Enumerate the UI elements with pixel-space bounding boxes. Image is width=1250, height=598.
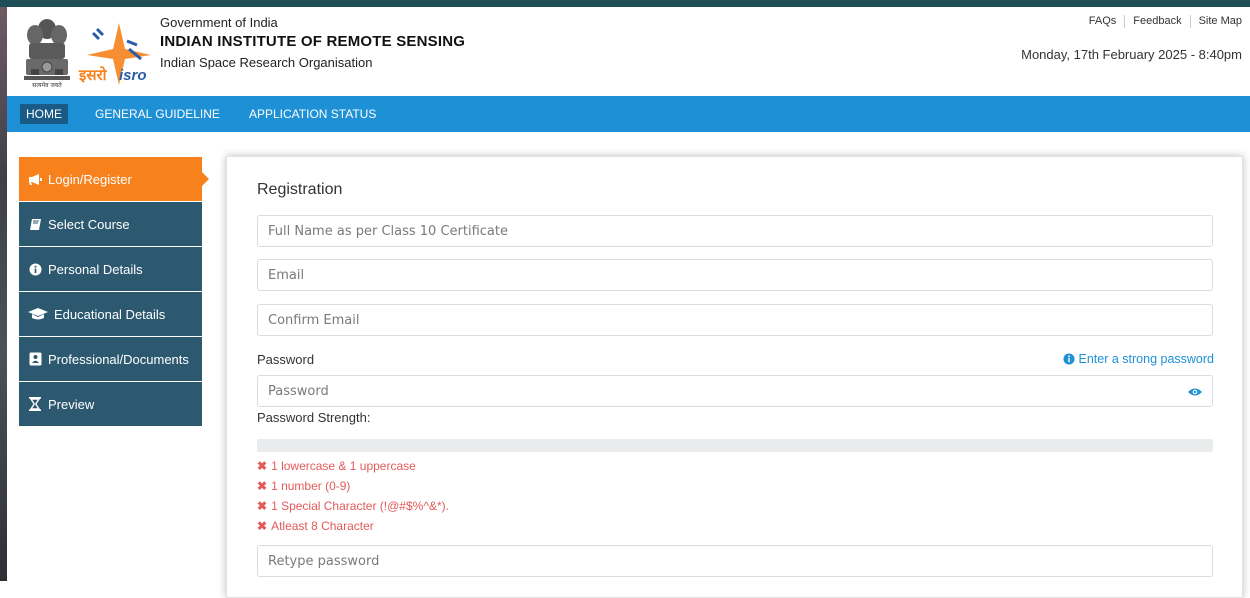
password-rule: ✖ Atleast 8 Character [257,516,449,536]
retype-password-input[interactable] [257,545,1213,577]
sidebar-item-label: Login/Register [48,171,132,187]
isro-hindi-text: इसरो [79,66,107,84]
sitemap-link[interactable]: Site Map [1191,15,1242,28]
cross-icon: ✖ [257,479,268,493]
password-rule: ✖ 1 lowercase & 1 uppercase [257,456,449,476]
book-icon [27,216,43,232]
sidebar-item-select-course[interactable]: Select Course [19,202,202,246]
sidebar-item-professional-documents[interactable]: Professional/Documents [19,337,202,381]
registration-title: Registration [257,181,343,198]
password-input[interactable] [257,375,1213,407]
org-text: Government of India INDIAN INSTITUTE OF … [160,15,465,72]
main-nav: HOME GENERAL GUIDELINE APPLICATION STATU… [7,96,1250,132]
nav-application-status[interactable]: APPLICATION STATUS [249,104,376,124]
registration-panel: Registration Password Enter a strong pas… [226,156,1243,598]
eye-icon[interactable] [1188,384,1202,396]
hourglass-icon [27,396,43,412]
emblem-motto: सत्यमेव जयते [32,82,62,89]
org-name: Indian Space Research Organisation [160,55,373,70]
full-name-input[interactable] [257,215,1213,247]
top-strip [0,0,1250,7]
national-emblem-logo: सत्यमेव जयते [21,13,73,93]
isro-english-text: isro [119,67,147,84]
password-strength-bar [257,439,1213,452]
cross-icon: ✖ [257,459,268,473]
site-header: सत्यमेव जयते इसरो isro Government of Ind… [7,7,1250,96]
left-edge-strip [0,7,7,581]
cross-icon: ✖ [257,499,268,513]
sidebar-item-preview[interactable]: Preview [19,382,202,426]
top-links: FAQs Feedback Site Map [1081,15,1242,28]
current-datetime: Monday, 17th February 2025 - 8:40pm [1021,47,1242,62]
sidebar-item-personal-details[interactable]: Personal Details [19,247,202,291]
faqs-link[interactable]: FAQs [1081,15,1126,28]
info-circle-icon [27,261,43,277]
password-strength-label: Password Strength: [257,410,371,425]
cross-icon: ✖ [257,519,268,533]
gov-label: Government of India [160,15,278,30]
id-card-icon [27,351,43,367]
confirm-email-input[interactable] [257,304,1213,336]
step-sidebar: Login/Register Select Course Personal De… [19,157,209,427]
password-rule: ✖ 1 number (0-9) [257,476,449,496]
nav-general-guideline[interactable]: GENERAL GUIDELINE [95,104,220,124]
sidebar-item-label: Personal Details [48,261,143,277]
sidebar-item-label: Educational Details [54,306,166,322]
sidebar-item-label: Preview [48,396,95,412]
institute-name: INDIAN INSTITUTE OF REMOTE SENSING [160,33,466,50]
isro-logo: इसरो isro [79,19,159,91]
graduation-cap-icon [27,306,49,322]
nav-home[interactable]: HOME [20,104,68,124]
password-hint[interactable]: Enter a strong password [1062,352,1215,366]
sidebar-item-label: Select Course [48,216,130,232]
info-circle-icon [1062,353,1075,365]
password-rule: ✖ 1 Special Character (!@#$%^&*). [257,496,449,516]
password-label: Password [257,352,315,367]
password-rules: ✖ 1 lowercase & 1 uppercase ✖ 1 number (0-… [257,456,449,536]
sidebar-item-label: Professional/Documents [48,351,189,367]
password-hint-text: Enter a strong password [1078,352,1215,366]
bullhorn-icon [27,171,43,187]
feedback-link[interactable]: Feedback [1125,15,1191,28]
sidebar-item-educational-details[interactable]: Educational Details [19,292,202,336]
sidebar-item-login-register[interactable]: Login/Register [19,157,209,201]
email-input[interactable] [257,259,1213,291]
